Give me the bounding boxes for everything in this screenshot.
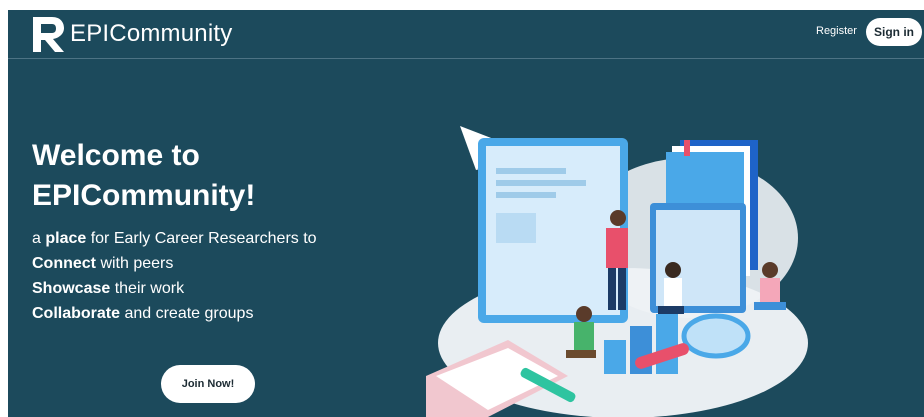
logo-r-icon: [33, 17, 64, 52]
hero-illustration: [426, 126, 808, 417]
join-now-button[interactable]: Join Now!: [161, 365, 255, 403]
person-avatar: [610, 210, 626, 226]
top-navbar: EPICommunity Register Sign in: [8, 10, 924, 59]
chart-bar: [656, 314, 678, 374]
brand-name: EPICommunity: [70, 20, 233, 47]
hero-title-line-1: Welcome to: [32, 139, 200, 172]
hero-line-connect: Connect with peers: [32, 251, 317, 276]
line-suffix: for Early Career Researchers to: [86, 230, 317, 247]
person-avatar: [665, 262, 681, 278]
line-suffix: with peers: [96, 255, 174, 272]
person-avatar: [576, 306, 592, 322]
hero-line-place: a place for Early Career Researchers to: [32, 226, 317, 251]
brand-logo[interactable]: EPICommunity: [30, 14, 232, 54]
hero-title: Welcome to EPICommunity!: [32, 136, 332, 216]
hero-line-collaborate: Collaborate and create groups: [32, 301, 317, 326]
hero-description: a place for Early Career Researchers to …: [32, 226, 317, 326]
line-bold: Collaborate: [32, 305, 121, 322]
line-suffix: and create groups: [120, 305, 254, 322]
sign-in-button[interactable]: Sign in: [866, 18, 922, 46]
line-prefix: a: [32, 230, 46, 247]
line-bold: place: [45, 230, 87, 247]
line-bold: Showcase: [32, 280, 111, 297]
hero-line-showcase: Showcase their work: [32, 276, 317, 301]
chart-bar: [604, 340, 626, 374]
line-bold: Connect: [32, 255, 96, 272]
magnifier-icon: [681, 313, 751, 359]
hero-title-line-2: EPICommunity!: [32, 179, 256, 212]
page: EPICommunity Register Sign in Welcome to…: [8, 10, 924, 417]
line-suffix: their work: [110, 280, 185, 297]
person-avatar: [762, 262, 778, 278]
register-link[interactable]: Register: [816, 25, 857, 37]
